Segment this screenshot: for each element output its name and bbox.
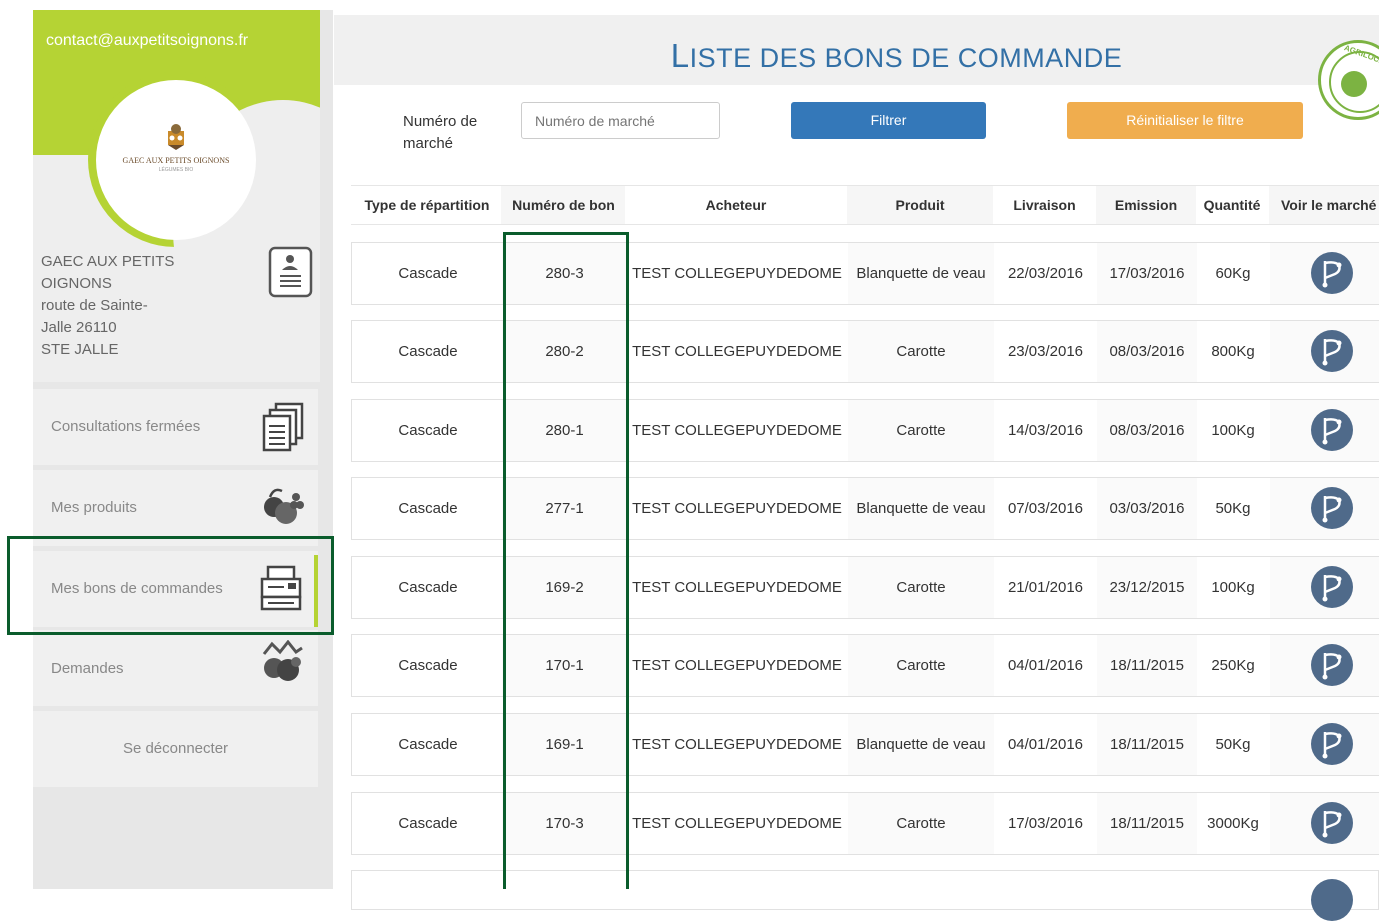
cell-quantite: 50Kg xyxy=(1215,500,1251,517)
cell-livraison: 22/03/2016 xyxy=(1007,265,1084,282)
voir-marche-icon[interactable] xyxy=(1311,252,1353,294)
voir-marche-icon[interactable] xyxy=(1311,644,1353,686)
sidebar-item-consultations[interactable]: Consultations fermées xyxy=(33,389,318,465)
col-voir[interactable]: Voir le marché xyxy=(1269,186,1379,224)
col-numero[interactable]: Numéro de bon xyxy=(503,186,624,224)
filter-button[interactable]: Filtrer xyxy=(791,102,986,139)
cell-livraison: 07/03/2016 xyxy=(1007,500,1084,517)
numero-marche-input[interactable] xyxy=(521,102,720,139)
voir-marche-icon[interactable] xyxy=(1311,330,1353,372)
contact-card-icon[interactable] xyxy=(268,246,313,298)
cell-produit: Blanquette de veau xyxy=(856,500,986,517)
produce-basket-icon xyxy=(262,640,303,681)
cell-livraison: 17/03/2016 xyxy=(1007,815,1084,832)
sidebar-item-label: Demandes xyxy=(51,660,124,677)
sidebar-item-label: Consultations fermées xyxy=(51,418,201,435)
cell-acheteur: TEST COLLEGEPUYDEDOME xyxy=(632,657,842,674)
sidebar-item-label: Mes produits xyxy=(51,499,137,516)
cell-acheteur: TEST COLLEGEPUYDEDOME xyxy=(632,422,842,439)
col-type[interactable]: Type de répartition xyxy=(351,186,503,224)
voir-marche-icon[interactable] xyxy=(1311,879,1353,921)
cell-quantite: 250Kg xyxy=(1211,657,1255,674)
col-quantite[interactable]: Quantité xyxy=(1196,186,1268,224)
cell-emission: 18/11/2015 xyxy=(1110,815,1184,832)
cell-produit: Blanquette de veau xyxy=(856,265,986,282)
col-emission[interactable]: Emission xyxy=(1096,186,1196,224)
column-highlight-box xyxy=(503,232,629,889)
cell-livraison: 23/03/2016 xyxy=(1007,343,1084,360)
cell-quantite: 60Kg xyxy=(1215,265,1251,282)
cell-livraison: 04/01/2016 xyxy=(1007,736,1084,753)
col-livraison[interactable]: Livraison xyxy=(993,186,1096,224)
cell-produit: Carotte xyxy=(896,657,946,674)
voir-marche-icon[interactable] xyxy=(1311,802,1353,844)
fruits-vegetables-icon xyxy=(264,488,304,524)
table-header: Type de répartition Numéro de bon Achete… xyxy=(351,185,1379,225)
contact-email[interactable]: contact@auxpetitsoignons.fr xyxy=(46,32,248,50)
cell-quantite: 3000Kg xyxy=(1207,815,1259,832)
cell-emission: 23/12/2015 xyxy=(1109,579,1185,596)
cell-emission: 03/03/2016 xyxy=(1109,500,1185,517)
cell-produit: Carotte xyxy=(896,815,946,832)
cell-type: Cascade xyxy=(398,579,458,596)
cell-acheteur: TEST COLLEGEPUYDEDOME xyxy=(632,343,842,360)
cell-type: Cascade xyxy=(398,657,458,674)
cell-emission: 17/03/2016 xyxy=(1109,265,1185,282)
voir-marche-icon[interactable] xyxy=(1311,723,1353,765)
cell-livraison: 21/01/2016 xyxy=(1007,579,1084,596)
cell-produit: Carotte xyxy=(896,422,946,439)
page-title: LISTE DES BONS DE COMMANDE xyxy=(670,37,1123,74)
cell-type: Cascade xyxy=(398,422,458,439)
cell-quantite: 50Kg xyxy=(1215,736,1251,753)
menu-highlight-box xyxy=(7,536,334,635)
cell-type: Cascade xyxy=(398,500,458,517)
cell-acheteur: TEST COLLEGEPUYDEDOME xyxy=(632,815,842,832)
cell-quantite: 100Kg xyxy=(1211,422,1255,439)
reset-filter-button[interactable]: Réinitialiser le filtre xyxy=(1067,102,1303,139)
company-address: GAEC AUX PETITS OIGNONS route de Sainte-… xyxy=(41,253,175,358)
cell-emission: 18/11/2015 xyxy=(1110,657,1184,674)
cell-quantite: 800Kg xyxy=(1211,343,1255,360)
col-produit[interactable]: Produit xyxy=(847,186,993,224)
cell-quantite: 100Kg xyxy=(1211,579,1255,596)
cell-type: Cascade xyxy=(398,736,458,753)
cell-acheteur: TEST COLLEGEPUYDEDOME xyxy=(632,500,842,517)
cell-produit: Carotte xyxy=(896,579,946,596)
cell-livraison: 14/03/2016 xyxy=(1007,422,1084,439)
sidebar-item-demandes[interactable]: Demandes xyxy=(33,630,318,706)
cell-acheteur: TEST COLLEGEPUYDEDOME xyxy=(632,579,842,596)
voir-marche-icon[interactable] xyxy=(1311,409,1353,451)
voir-marche-icon[interactable] xyxy=(1311,566,1353,608)
logout-label: Se déconnecter xyxy=(122,740,229,757)
cell-acheteur: TEST COLLEGEPUYDEDOME xyxy=(632,736,842,753)
cell-livraison: 04/01/2016 xyxy=(1007,657,1084,674)
cell-acheteur: TEST COLLEGEPUYDEDOME xyxy=(632,265,842,282)
cell-emission: 08/03/2016 xyxy=(1109,343,1185,360)
cell-emission: 08/03/2016 xyxy=(1109,422,1185,439)
filter-label: Numéro de marché xyxy=(403,113,478,152)
title-bar: LISTE DES BONS DE COMMANDE xyxy=(334,15,1379,85)
cell-type: Cascade xyxy=(398,343,458,360)
crest-icon xyxy=(168,124,184,150)
col-acheteur[interactable]: Acheteur xyxy=(625,186,847,224)
cell-type: Cascade xyxy=(398,265,458,282)
documents-icon xyxy=(262,402,304,452)
logout-button[interactable]: Se déconnecter xyxy=(33,711,318,787)
voir-marche-icon[interactable] xyxy=(1311,487,1353,529)
cell-emission: 18/11/2015 xyxy=(1110,736,1184,753)
cell-produit: Blanquette de veau xyxy=(856,736,986,753)
sidebar-item-produits[interactable]: Mes produits xyxy=(33,470,318,546)
logo-text: GAEC AUX PETITS OIGNONS xyxy=(122,156,230,165)
cell-type: Cascade xyxy=(398,815,458,832)
cell-produit: Carotte xyxy=(896,343,946,360)
